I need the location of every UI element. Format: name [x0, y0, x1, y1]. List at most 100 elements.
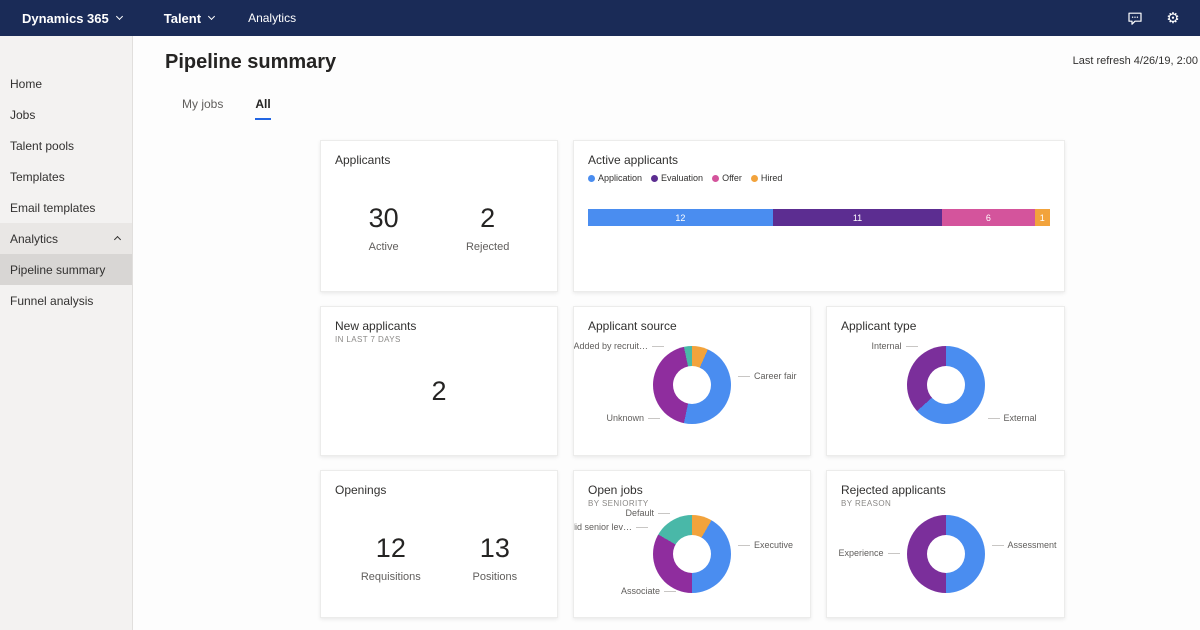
legend-item: Application — [588, 173, 642, 183]
donut-callout-label: Experience — [838, 548, 903, 558]
sidebar-item-label: Pipeline summary — [10, 263, 105, 277]
sidebar-item-templates[interactable]: Templates — [0, 161, 132, 192]
legend-dot — [712, 175, 719, 182]
card-title: Rejected applicants — [841, 483, 1050, 497]
stat-positions: 13 Positions — [473, 533, 518, 583]
bar-segment-application[interactable]: 12 — [588, 209, 773, 226]
stat-active: 30 Active — [369, 203, 399, 253]
sidebar-item-label: Jobs — [10, 108, 35, 122]
card-title: Open jobs — [588, 483, 796, 497]
brand-label: Dynamics 365 — [22, 11, 109, 26]
tab-all[interactable]: All — [255, 97, 270, 120]
sidebar-item-label: Analytics — [10, 232, 58, 246]
applicants-stats: 30 Active 2 Rejected — [335, 203, 543, 253]
donut-ring[interactable] — [907, 346, 985, 424]
sidebar-group-analytics[interactable]: Analytics — [0, 223, 132, 254]
chevron-down-icon — [116, 12, 123, 19]
stat-label: Requisitions — [361, 571, 421, 583]
section-label: Analytics — [248, 11, 296, 25]
donut-ring[interactable] — [653, 515, 731, 593]
donut-callout-label: Associate — [621, 586, 680, 596]
cards-grid: Applicants 30 Active 2 Rejected Active a… — [320, 140, 1065, 618]
legend-item: Hired — [751, 173, 783, 183]
top-app-bar: Dynamics 365 Talent Analytics ⚙ — [0, 0, 1200, 36]
donut-callout-label: External — [984, 413, 1037, 423]
legend-item: Offer — [712, 173, 742, 183]
page-title: Pipeline summary — [165, 51, 336, 74]
card-rejected-applicants: Rejected applicants BY REASON Assessment… — [826, 470, 1065, 618]
stat-rejected: 2 Rejected — [466, 203, 509, 253]
tab-my-jobs[interactable]: My jobs — [182, 97, 223, 120]
stacked-bar-chart[interactable]: 121161 — [588, 209, 1050, 226]
bar-segment-hired[interactable]: 1 — [1035, 209, 1050, 226]
openings-stats: 12 Requisitions 13 Positions — [335, 533, 543, 583]
open-jobs-donut-chart[interactable]: DefaultExecutiveAssociateMid senior lev… — [588, 510, 796, 598]
legend-item: Evaluation — [651, 173, 703, 183]
donut-callout-label: Unknown — [606, 413, 664, 423]
rejected-applicants-donut-chart[interactable]: AssessmentExperience — [841, 510, 1050, 598]
talent-app-menu[interactable]: Talent — [164, 11, 214, 26]
card-open-jobs: Open jobs BY SENIORITY Default Executive A… — [573, 470, 811, 618]
tab-bar: My jobs All — [182, 97, 271, 120]
main-content: Pipeline summary Last refresh 4/26/19, 2… — [133, 36, 1200, 630]
left-nav-sidebar: Home Jobs Talent pools Templates Email t… — [0, 36, 133, 630]
legend-dot — [588, 175, 595, 182]
bar-segment-offer[interactable]: 6 — [942, 209, 1034, 226]
stat-value: 12 — [361, 533, 421, 564]
callout-line — [992, 545, 1004, 546]
callout-line — [658, 513, 670, 514]
stat-label: Active — [369, 241, 399, 253]
card-title: New applicants — [335, 319, 543, 333]
card-title: Active applicants — [588, 153, 1050, 167]
sidebar-item-label: Talent pools — [10, 139, 74, 153]
donut-callout-label: Default — [625, 508, 674, 518]
app-label: Talent — [164, 11, 201, 26]
feedback-icon[interactable] — [1126, 9, 1144, 27]
card-new-applicants: New applicants IN LAST 7 DAYS 2 — [320, 306, 558, 456]
callout-line — [988, 418, 1000, 419]
callout-line — [648, 418, 660, 419]
chart-legend: Application Evaluation Offer Hired — [588, 173, 1050, 183]
bar-segment-evaluation[interactable]: 11 — [773, 209, 942, 226]
donut-callout-label: Career fair — [734, 371, 797, 381]
applicant-type-donut-chart[interactable]: ExternalInternal — [841, 335, 1050, 435]
stat-value: 2 — [466, 203, 509, 234]
card-subtitle: BY REASON — [841, 499, 1050, 508]
card-title: Applicant source — [588, 319, 796, 333]
sidebar-item-email-templates[interactable]: Email templates — [0, 192, 132, 223]
donut-ring[interactable] — [653, 346, 731, 424]
sidebar-item-label: Funnel analysis — [10, 294, 93, 308]
chevron-up-icon — [114, 236, 121, 243]
sidebar-item-home[interactable]: Home — [0, 68, 132, 99]
callout-line — [888, 553, 900, 554]
card-title: Applicant type — [841, 319, 1050, 333]
card-active-applicants: Active applicants Application Evaluation O… — [573, 140, 1065, 292]
card-applicant-source: Applicant source Added by recruit… Career… — [573, 306, 811, 456]
donut-callout-label: Executive — [734, 540, 793, 550]
card-applicant-type: Applicant type ExternalInternal — [826, 306, 1065, 456]
card-subtitle: BY SENIORITY — [588, 499, 796, 508]
dynamics-365-menu[interactable]: Dynamics 365 — [22, 11, 122, 26]
sidebar-item-funnel-analysis[interactable]: Funnel analysis — [0, 285, 132, 316]
callout-line — [664, 591, 676, 592]
sidebar-item-pipeline-summary[interactable]: Pipeline summary — [0, 254, 132, 285]
settings-gear-icon[interactable]: ⚙ — [1164, 9, 1182, 27]
legend-dot — [751, 175, 758, 182]
applicant-source-donut-chart[interactable]: Added by recruit…Career fairUnknown — [588, 335, 796, 435]
sidebar-item-label: Home — [10, 77, 42, 91]
donut-ring[interactable] — [907, 515, 985, 593]
callout-line — [738, 545, 750, 546]
topbar-analytics-label[interactable]: Analytics — [248, 11, 296, 25]
callout-line — [652, 346, 664, 347]
chevron-down-icon — [208, 12, 215, 19]
sidebar-item-jobs[interactable]: Jobs — [0, 99, 132, 130]
stat-value: 13 — [473, 533, 518, 564]
callout-line — [636, 527, 648, 528]
legend-dot — [651, 175, 658, 182]
card-applicants: Applicants 30 Active 2 Rejected — [320, 140, 558, 292]
stat-label: Positions — [473, 571, 518, 583]
sidebar-item-talent-pools[interactable]: Talent pools — [0, 130, 132, 161]
dynamics-talent-app: { "topbar": { "brand": "Dynamics 365", "… — [0, 0, 1200, 630]
stat-requisitions: 12 Requisitions — [361, 533, 421, 583]
donut-callout-label: Added by recruit… — [573, 341, 668, 351]
